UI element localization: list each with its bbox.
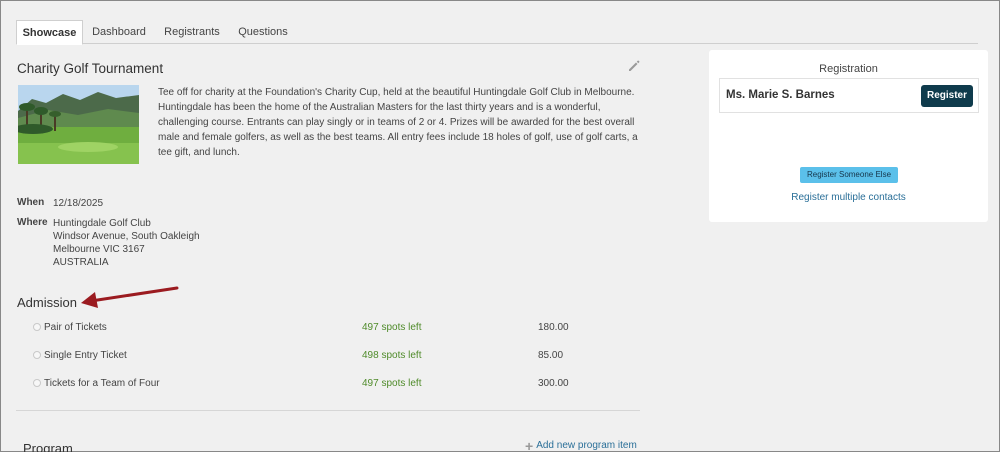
tab-showcase[interactable]: Showcase (16, 20, 83, 45)
ticket-price: 300.00 (538, 378, 569, 389)
where-line: Huntingdale Golf Club (53, 218, 151, 229)
ticket-row[interactable]: Single Entry Ticket 498 spots left 85.00 (33, 350, 593, 364)
ticket-price: 85.00 (538, 350, 564, 361)
ticket-name: Pair of Tickets (44, 322, 107, 333)
where-line: AUSTRALIA (53, 257, 109, 268)
section-divider (16, 410, 640, 411)
event-title: Charity Golf Tournament (17, 61, 164, 76)
where-label: Where (17, 217, 48, 228)
program-title: Program (23, 441, 73, 452)
registration-panel: Registration Ms. Marie S. Barnes Registe… (709, 50, 988, 222)
ticket-name: Single Entry Ticket (44, 350, 127, 361)
ticket-row[interactable]: Tickets for a Team of Four 497 spots lef… (33, 378, 593, 392)
ticket-radio[interactable] (33, 351, 41, 359)
where-line: Windsor Avenue, South Oakleigh (53, 231, 200, 242)
ticket-spots: 498 spots left (362, 350, 422, 361)
tab-bar: Showcase Dashboard Registrants Questions (16, 20, 978, 45)
where-line: Melbourne VIC 3167 (53, 244, 145, 255)
ticket-spots: 497 spots left (362, 378, 422, 389)
ticket-row[interactable]: Pair of Tickets 497 spots left 180.00 (33, 322, 593, 336)
registration-contact-box: Ms. Marie S. Barnes Register (719, 78, 979, 113)
register-multiple-contacts-link[interactable]: Register multiple contacts (709, 192, 988, 203)
ticket-radio[interactable] (33, 379, 41, 387)
add-program-item-link[interactable]: + Add new program item (525, 437, 637, 452)
event-description: Tee off for charity at the Foundation's … (158, 87, 638, 158)
ticket-name: Tickets for a Team of Four (44, 378, 160, 389)
register-button[interactable]: Register (921, 85, 973, 107)
tab-questions[interactable]: Questions (234, 20, 292, 44)
tab-registrants[interactable]: Registrants (162, 20, 222, 44)
annotation-arrow-icon (81, 286, 179, 308)
tab-dashboard[interactable]: Dashboard (88, 20, 150, 44)
registration-heading: Registration (819, 63, 878, 75)
event-image (18, 85, 139, 164)
when-value: 12/18/2025 (53, 198, 104, 209)
admission-title: Admission (17, 295, 77, 310)
ticket-spots: 497 spots left (362, 322, 422, 333)
contact-name: Ms. Marie S. Barnes (726, 89, 835, 101)
add-program-item-label: Add new program item (536, 440, 637, 451)
register-someone-else-button[interactable]: Register Someone Else (800, 167, 898, 183)
pencil-icon[interactable] (627, 59, 641, 73)
ticket-price: 180.00 (538, 322, 569, 333)
when-label: When (17, 197, 45, 208)
ticket-radio[interactable] (33, 323, 41, 331)
plus-icon: + (525, 437, 534, 452)
